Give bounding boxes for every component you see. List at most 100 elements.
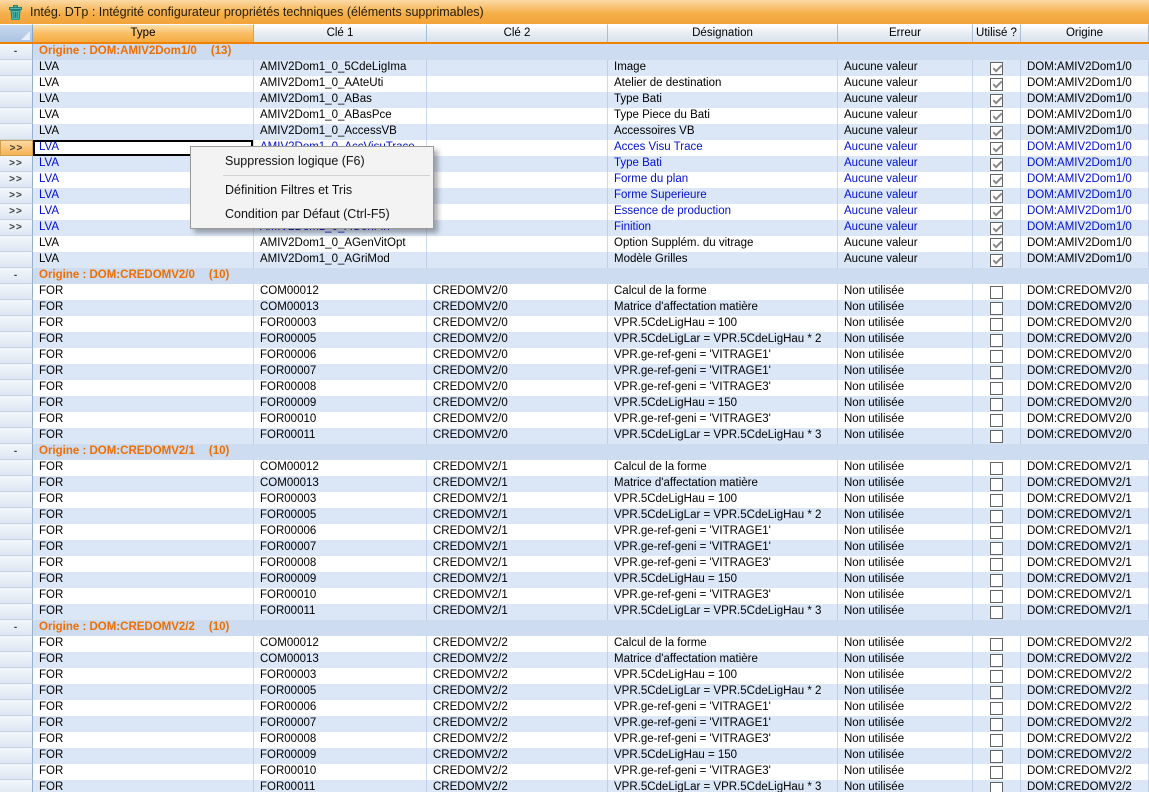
table-row[interactable]: >>LVAAMIV2Dom1_0_AGenFinFinitionAucune v… (0, 220, 1149, 236)
select-all-header[interactable] (0, 24, 33, 42)
cell-designation[interactable]: Acces Visu Trace (608, 140, 838, 156)
cell-cle2[interactable] (427, 220, 608, 236)
cell-type[interactable]: LVA (33, 124, 254, 140)
table-row[interactable]: >>LVAForme SuperieureAucune valeurDOM:AM… (0, 188, 1149, 204)
cell-designation[interactable]: Matrice d'affectation matière (608, 652, 838, 668)
cell-erreur[interactable]: Aucune valeur (838, 124, 973, 140)
checkbox-checked[interactable] (990, 254, 1003, 267)
menu-item[interactable]: Définition Filtres et Tris (191, 178, 433, 202)
cell-erreur[interactable]: Non utilisée (838, 284, 973, 300)
cell-type[interactable]: LVA (33, 108, 254, 124)
cell-designation[interactable]: VPR.5CdeLigHau = 100 (608, 492, 838, 508)
cell-cle1[interactable]: FOR00011 (254, 780, 427, 792)
cell-type[interactable]: FOR (33, 652, 254, 668)
row-selector[interactable] (0, 236, 33, 252)
row-selector[interactable] (0, 684, 33, 700)
cell-cle2[interactable]: CREDOMV2/0 (427, 300, 608, 316)
cell-origine[interactable]: DOM:AMIV2Dom1/0 (1021, 236, 1149, 252)
cell-origine[interactable]: DOM:CREDOMV2/1 (1021, 588, 1149, 604)
cell-erreur[interactable]: Non utilisée (838, 300, 973, 316)
cell-erreur[interactable]: Non utilisée (838, 332, 973, 348)
cell-origine[interactable]: DOM:AMIV2Dom1/0 (1021, 124, 1149, 140)
cell-designation[interactable]: VPR.ge-ref-geni = 'VITRAGE3' (608, 556, 838, 572)
row-selector[interactable] (0, 316, 33, 332)
cell-cle1[interactable]: FOR00005 (254, 684, 427, 700)
cell-origine[interactable]: DOM:CREDOMV2/0 (1021, 316, 1149, 332)
cell-designation[interactable]: VPR.ge-ref-geni = 'VITRAGE1' (608, 524, 838, 540)
cell-origine[interactable]: DOM:CREDOMV2/0 (1021, 284, 1149, 300)
checkbox-unchecked[interactable] (990, 686, 1003, 699)
cell-cle1[interactable]: FOR00009 (254, 748, 427, 764)
cell-designation[interactable]: VPR.ge-ref-geni = 'VITRAGE1' (608, 540, 838, 556)
row-selector[interactable] (0, 780, 33, 792)
checkbox-checked[interactable] (990, 158, 1003, 171)
group-header-row[interactable]: -Origine : DOM:CREDOMV2/0(10) (0, 268, 1149, 284)
cell-erreur[interactable]: Aucune valeur (838, 204, 973, 220)
cell-origine[interactable]: DOM:CREDOMV2/2 (1021, 668, 1149, 684)
table-row[interactable]: >>LVAAMIV2Dom1_0_AccVisuTraceAcces Visu … (0, 140, 1149, 156)
cell-origine[interactable]: DOM:AMIV2Dom1/0 (1021, 220, 1149, 236)
cell-type[interactable]: FOR (33, 300, 254, 316)
row-selector[interactable] (0, 732, 33, 748)
cell-type[interactable]: FOR (33, 412, 254, 428)
checkbox-checked[interactable] (990, 126, 1003, 139)
cell-designation[interactable]: Matrice d'affectation matière (608, 476, 838, 492)
cell-designation[interactable]: VPR.5CdeLigHau = 150 (608, 748, 838, 764)
checkbox-checked[interactable] (990, 110, 1003, 123)
checkbox-unchecked[interactable] (990, 590, 1003, 603)
table-row[interactable]: >>LVAEssence de productionAucune valeurD… (0, 204, 1149, 220)
cell-erreur[interactable]: Non utilisée (838, 412, 973, 428)
row-selector[interactable] (0, 476, 33, 492)
cell-cle1[interactable]: AMIV2Dom1_0_ABas (254, 92, 427, 108)
cell-erreur[interactable]: Non utilisée (838, 316, 973, 332)
cell-type[interactable]: FOR (33, 604, 254, 620)
cell-cle1[interactable]: FOR00003 (254, 492, 427, 508)
cell-origine[interactable]: DOM:CREDOMV2/2 (1021, 716, 1149, 732)
cell-cle2[interactable]: CREDOMV2/2 (427, 636, 608, 652)
table-row[interactable]: FORCOM00012CREDOMV2/0Calcul de la formeN… (0, 284, 1149, 300)
row-selector[interactable] (0, 300, 33, 316)
cell-designation[interactable]: Essence de production (608, 204, 838, 220)
cell-cle2[interactable]: CREDOMV2/0 (427, 284, 608, 300)
row-selector[interactable] (0, 748, 33, 764)
row-selector[interactable] (0, 652, 33, 668)
column-header-k2[interactable]: Clé 2 (427, 24, 608, 42)
cell-designation[interactable]: VPR.5CdeLigHau = 150 (608, 572, 838, 588)
cell-origine[interactable]: DOM:CREDOMV2/0 (1021, 428, 1149, 444)
cell-origine[interactable]: DOM:AMIV2Dom1/0 (1021, 76, 1149, 92)
cell-type[interactable]: LVA (33, 76, 254, 92)
cell-designation[interactable]: VPR.ge-ref-geni = 'VITRAGE1' (608, 700, 838, 716)
row-selector[interactable] (0, 636, 33, 652)
cell-cle2[interactable] (427, 156, 608, 172)
cell-designation[interactable]: VPR.ge-ref-geni = 'VITRAGE1' (608, 348, 838, 364)
column-header-use[interactable]: Utilisé ? (973, 24, 1021, 42)
cell-erreur[interactable]: Non utilisée (838, 716, 973, 732)
row-selector[interactable] (0, 460, 33, 476)
cell-type[interactable]: FOR (33, 780, 254, 792)
cell-designation[interactable]: Image (608, 60, 838, 76)
table-row[interactable]: FORFOR00011CREDOMV2/0VPR.5CdeLigLar = VP… (0, 428, 1149, 444)
row-selector[interactable] (0, 92, 33, 108)
cell-cle1[interactable]: FOR00010 (254, 588, 427, 604)
cell-type[interactable]: FOR (33, 764, 254, 780)
cell-cle1[interactable]: COM00013 (254, 300, 427, 316)
row-selector[interactable] (0, 604, 33, 620)
cell-origine[interactable]: DOM:CREDOMV2/1 (1021, 508, 1149, 524)
cell-origine[interactable]: DOM:AMIV2Dom1/0 (1021, 60, 1149, 76)
cell-cle2[interactable]: CREDOMV2/2 (427, 764, 608, 780)
table-row[interactable]: FORFOR00010CREDOMV2/0VPR.ge-ref-geni = '… (0, 412, 1149, 428)
cell-cle1[interactable]: FOR00007 (254, 716, 427, 732)
cell-cle2[interactable]: CREDOMV2/1 (427, 588, 608, 604)
cell-cle1[interactable]: AMIV2Dom1_0_AGenVitOpt (254, 236, 427, 252)
cell-designation[interactable]: VPR.5CdeLigLar = VPR.5CdeLigHau * 3 (608, 428, 838, 444)
checkbox-checked[interactable] (990, 174, 1003, 187)
cell-type[interactable]: FOR (33, 732, 254, 748)
cell-cle2[interactable] (427, 60, 608, 76)
cell-cle1[interactable]: FOR00011 (254, 428, 427, 444)
checkbox-unchecked[interactable] (990, 462, 1003, 475)
cell-cle2[interactable]: CREDOMV2/1 (427, 524, 608, 540)
cell-cle2[interactable] (427, 76, 608, 92)
cell-type[interactable]: FOR (33, 284, 254, 300)
table-row[interactable]: FORFOR00005CREDOMV2/2VPR.5CdeLigLar = VP… (0, 684, 1149, 700)
checkbox-unchecked[interactable] (990, 654, 1003, 667)
